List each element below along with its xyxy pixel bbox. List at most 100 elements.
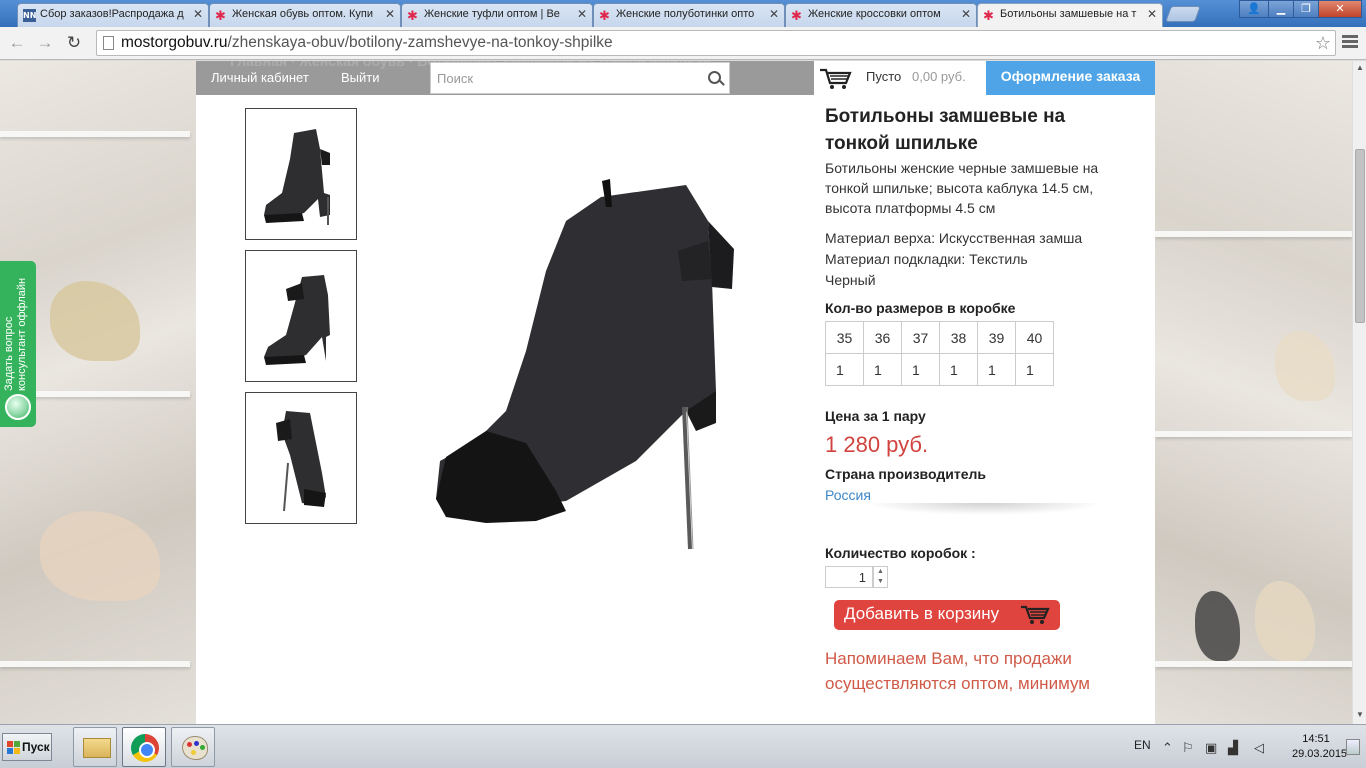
product-description: Ботильоны женские черные замшевые на тон… xyxy=(825,160,1099,216)
scroll-down-icon[interactable]: ▼ xyxy=(1353,710,1366,722)
taskbar-chrome[interactable] xyxy=(122,727,166,767)
menu-icon[interactable] xyxy=(1340,33,1360,53)
tab-3[interactable]: ✱ Женские туфли оптом | Ве ✕ xyxy=(401,3,593,27)
close-icon[interactable]: ✕ xyxy=(1147,7,1157,21)
product-thumbnail-3[interactable] xyxy=(245,392,357,524)
cart-status: Пусто xyxy=(866,69,902,84)
tab-4[interactable]: ✱ Женские полуботинки опто ✕ xyxy=(593,3,785,27)
boot-thumbnail-image xyxy=(264,275,330,365)
close-icon[interactable]: ✕ xyxy=(961,7,971,21)
feedback-widget[interactable]: Задать вопрос консультант оффлайн xyxy=(0,261,36,427)
taskbar-explorer[interactable] xyxy=(73,727,117,767)
material-lining: Материал подкладки: Текстиль xyxy=(825,251,1028,267)
search-placeholder: Поиск xyxy=(437,71,474,86)
address-bar[interactable]: mostorgobuv.ru/zhenskaya-obuv/botilony-z… xyxy=(96,30,1336,56)
device-icon[interactable]: ▣ xyxy=(1205,740,1217,756)
tab-1[interactable]: NN Сбор заказов!Распродажа д ✕ xyxy=(17,3,209,27)
paint-icon xyxy=(182,736,208,760)
volume-icon[interactable]: ◁ xyxy=(1254,740,1264,756)
spin-up-icon[interactable]: ▲ xyxy=(874,567,887,577)
checkout-button[interactable]: Оформление заказа xyxy=(986,61,1155,95)
back-arrow-icon[interactable]: ← xyxy=(6,33,28,55)
taskbar-paint[interactable] xyxy=(171,727,215,767)
tab-2[interactable]: ✱ Женская обувь оптом. Купи ✕ xyxy=(209,3,401,27)
new-tab-button[interactable] xyxy=(1165,6,1201,22)
logout-link[interactable]: Выйти xyxy=(341,70,380,85)
size-cell: 38 xyxy=(939,321,978,354)
size-cell: 37 xyxy=(901,321,940,354)
nn-favicon-icon: NN xyxy=(23,9,37,22)
tab-label: Женские туфли оптом | Ве xyxy=(424,8,560,20)
divider xyxy=(865,503,1105,515)
show-hidden-icons-icon[interactable]: ⌃ xyxy=(1162,740,1173,756)
country-label: Страна производитель xyxy=(825,466,986,482)
feedback-text: Задать вопрос консультант оффлайн xyxy=(3,261,29,391)
search-input[interactable]: Поиск xyxy=(430,62,730,94)
quantity-spinner[interactable]: ▲ ▼ xyxy=(873,566,888,588)
cart-icon xyxy=(1021,605,1050,624)
reload-icon[interactable]: ↻ xyxy=(63,33,85,55)
product-info: Ботильоны замшевые на тонкой шпильке Бот… xyxy=(825,103,1135,696)
browser-toolbar: ← → ↻ mostorgobuv.ru/zhenskaya-obuv/boti… xyxy=(0,27,1366,60)
tab-label: Ботильоны замшевые на т xyxy=(1000,8,1137,20)
tab-label: Женские кроссовки оптом xyxy=(808,8,941,20)
size-count-cell: 1 xyxy=(977,353,1016,386)
spin-down-icon[interactable]: ▼ xyxy=(874,577,887,587)
site-header: Главная · Женская обувь · Ботильоны замш… xyxy=(196,61,1155,95)
close-icon[interactable]: ✕ xyxy=(577,7,587,21)
search-icon[interactable] xyxy=(708,71,721,84)
content-area: Главная · Женская обувь · Ботильоны замш… xyxy=(196,61,1155,724)
star-favicon-icon: ✱ xyxy=(599,8,610,23)
shelf xyxy=(0,661,190,667)
show-desktop-button[interactable] xyxy=(1346,739,1360,755)
scrollbar-thumb[interactable] xyxy=(1355,149,1365,323)
start-button[interactable]: Пуск xyxy=(2,733,52,761)
quantity-input[interactable]: 1 xyxy=(825,566,873,588)
wholesale-reminder: Напоминаем Вам, что продажи осуществляют… xyxy=(825,649,1090,693)
minimize-button[interactable]: ▁ xyxy=(1268,0,1294,18)
network-signal-icon[interactable]: ▟ xyxy=(1228,740,1238,756)
shelf xyxy=(1155,661,1352,667)
bookmark-star-icon[interactable]: ☆ xyxy=(1315,31,1331,55)
country-link[interactable]: Россия xyxy=(825,487,1135,503)
quantity-stepper[interactable]: 1 ▲ ▼ xyxy=(825,566,889,588)
clock-time: 14:51 xyxy=(1302,733,1330,745)
close-icon[interactable]: ✕ xyxy=(193,7,203,21)
size-cell: 36 xyxy=(863,321,902,354)
tab-label: Женская обувь оптом. Купи xyxy=(232,8,373,20)
product-title: Ботильоны замшевые на тонкой шпильке xyxy=(825,106,1066,154)
size-count-cell: 1 xyxy=(825,353,864,386)
material-upper: Материал верха: Искусственная замша xyxy=(825,230,1083,246)
star-favicon-icon: ✱ xyxy=(983,8,994,23)
shelf xyxy=(1155,431,1352,437)
language-indicator[interactable]: EN xyxy=(1134,738,1151,752)
size-count-cell: 1 xyxy=(863,353,902,386)
size-count-cell: 1 xyxy=(1015,353,1054,386)
page-scrollbar[interactable]: ▲ ▼ xyxy=(1352,61,1366,724)
close-icon[interactable]: ✕ xyxy=(769,7,779,21)
add-to-cart-button[interactable]: Добавить в корзину xyxy=(834,600,1060,630)
folder-icon xyxy=(83,738,111,758)
forward-arrow-icon[interactable]: → xyxy=(34,33,56,55)
user-icon[interactable]: 👤 xyxy=(1239,0,1269,18)
tab-label: Женские полуботинки опто xyxy=(616,8,755,20)
product-thumbnail-2[interactable] xyxy=(245,250,357,382)
account-link[interactable]: Личный кабинет xyxy=(211,70,309,85)
tab-6-active[interactable]: ✱ Ботильоны замшевые на т ✕ xyxy=(977,3,1163,27)
tab-5[interactable]: ✱ Женские кроссовки оптом ✕ xyxy=(785,3,977,27)
system-clock[interactable]: 14:51 29.03.2015 xyxy=(1292,732,1347,762)
close-window-button[interactable]: ✕ xyxy=(1318,0,1362,18)
product-thumbnail-1[interactable] xyxy=(245,108,357,240)
window-controls: 👤 ▁ ❐ ✕ xyxy=(1239,0,1362,20)
url-path: /zhenskaya-obuv/botilony-zamshevye-na-to… xyxy=(227,34,613,51)
maximize-button[interactable]: ❐ xyxy=(1293,0,1319,18)
sizes-table: 35 36 37 38 39 40 1 1 1 1 1 1 xyxy=(825,321,1054,386)
cart-icon xyxy=(820,68,852,89)
mini-cart[interactable]: Пусто 0,00 руб. xyxy=(814,61,986,95)
chat-icon xyxy=(5,394,31,420)
action-center-flag-icon[interactable]: ⚐ xyxy=(1182,740,1194,756)
chrome-icon xyxy=(131,734,159,762)
scroll-up-icon[interactable]: ▲ xyxy=(1353,63,1366,75)
product-main-image[interactable] xyxy=(416,161,776,581)
close-icon[interactable]: ✕ xyxy=(385,7,395,21)
